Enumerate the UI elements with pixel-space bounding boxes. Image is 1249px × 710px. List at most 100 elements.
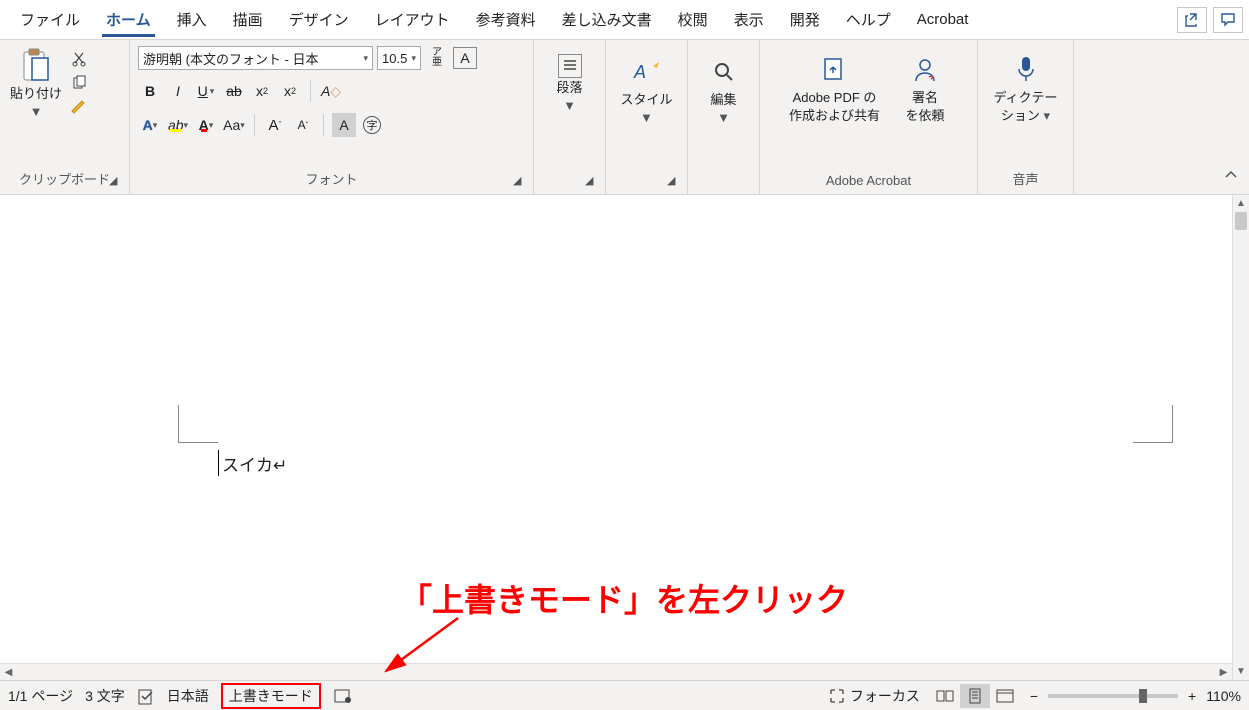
tab-design[interactable]: デザイン xyxy=(279,3,359,36)
separator xyxy=(310,80,311,102)
italic-button[interactable]: I xyxy=(166,79,190,103)
ribbon: 貼り付け ▼ クリップボード ◢ 游明朝 (本文のフォント xyxy=(0,40,1249,195)
adobe-create-pdf-button[interactable]: Adobe PDF の 作成および共有 xyxy=(787,50,882,125)
adobe-sign-label1: 署名 xyxy=(912,90,938,106)
editing-label: 編集 xyxy=(710,92,736,108)
tab-insert[interactable]: 挿入 xyxy=(167,3,217,36)
zoom-level[interactable]: 110% xyxy=(1206,688,1241,704)
status-language[interactable]: 日本語 xyxy=(167,686,209,706)
chevron-down-icon: ▾ xyxy=(363,53,368,64)
paragraph-launcher[interactable]: ◢ xyxy=(585,174,599,188)
tab-mailings[interactable]: 差し込み文書 xyxy=(552,3,662,36)
focus-label: フォーカス xyxy=(850,686,920,706)
chevron-down-icon: ▾ xyxy=(1044,108,1051,123)
comments-button[interactable] xyxy=(1213,7,1243,33)
tab-developer[interactable]: 開発 xyxy=(780,3,830,36)
tab-draw[interactable]: 描画 xyxy=(223,3,273,36)
character-shading-button[interactable]: A xyxy=(332,113,356,137)
tab-review[interactable]: 校閲 xyxy=(668,3,718,36)
horizontal-scrollbar[interactable]: ◀ ▶ xyxy=(0,663,1232,680)
font-launcher[interactable]: ◢ xyxy=(513,174,527,188)
group-adobe-label: Adobe Acrobat xyxy=(768,169,969,194)
document-area[interactable]: ▲ ▼ ◀ ▶ スイカ↵ 「上書きモード」を左クリック xyxy=(0,195,1249,680)
status-bar: 1/1 ページ 3 文字 日本語 上書きモード フォーカス − + 110 xyxy=(0,680,1249,710)
status-page[interactable]: 1/1 ページ xyxy=(8,686,73,706)
paragraph-button[interactable]: 段落 ▼ xyxy=(545,52,595,115)
adobe-request-sign-button[interactable]: 署名 を依頼 xyxy=(900,50,950,125)
annotation-callout: 「上書きモード」を左クリック xyxy=(400,575,848,621)
share-button[interactable] xyxy=(1177,7,1207,33)
underline-button[interactable]: U▾ xyxy=(194,79,218,103)
separator xyxy=(254,114,255,136)
highlight-button[interactable]: ab▾ xyxy=(166,113,190,137)
status-overwrite-mode[interactable]: 上書きモード xyxy=(221,683,321,709)
character-border-button[interactable]: A xyxy=(453,47,477,69)
clear-formatting-button[interactable]: A◇ xyxy=(319,79,343,103)
group-clipboard-label: クリップボード xyxy=(8,165,121,194)
tab-acrobat[interactable]: Acrobat xyxy=(907,5,979,34)
tab-view[interactable]: 表示 xyxy=(724,3,774,36)
scroll-right-button[interactable]: ▶ xyxy=(1215,664,1232,680)
superscript-button[interactable]: x2 xyxy=(278,79,302,103)
styles-label: スタイル xyxy=(620,92,672,108)
separator xyxy=(323,114,324,136)
tab-layout[interactable]: レイアウト xyxy=(365,3,460,36)
status-word-count[interactable]: 3 文字 xyxy=(85,686,125,706)
status-macro[interactable] xyxy=(333,687,353,705)
document-text: スイカ↵ xyxy=(222,451,287,476)
zoom-in-button[interactable]: + xyxy=(1188,688,1196,704)
zoom-out-button[interactable]: − xyxy=(1030,688,1038,704)
zoom-slider-thumb[interactable] xyxy=(1139,689,1147,703)
tab-help[interactable]: ヘルプ xyxy=(836,3,901,36)
paste-button[interactable]: 貼り付け ▼ xyxy=(8,46,64,121)
font-color-button[interactable]: A▾ xyxy=(194,113,218,137)
status-focus-mode[interactable]: フォーカス xyxy=(828,686,920,706)
format-painter-button[interactable] xyxy=(70,98,88,116)
scroll-left-button[interactable]: ◀ xyxy=(0,664,17,680)
text-effects-button[interactable]: A▾ xyxy=(138,113,162,137)
margin-mark-right xyxy=(1133,405,1173,443)
phonetic-guide-button[interactable]: ア亜 xyxy=(425,46,449,70)
adobe-sign-label2: を依頼 xyxy=(905,108,944,124)
group-styles: A スタイル ▼ ◢ xyxy=(606,40,688,194)
styles-button[interactable]: A スタイル ▼ xyxy=(618,52,674,127)
vertical-scrollbar[interactable]: ▲ ▼ xyxy=(1232,195,1249,680)
group-adobe: Adobe PDF の 作成および共有 署名 を依頼 Adobe Acrobat xyxy=(760,40,978,194)
tab-home[interactable]: ホーム xyxy=(96,3,161,36)
view-mode-buttons xyxy=(930,684,1020,708)
enclose-characters-button[interactable]: 字 xyxy=(360,113,384,137)
bold-button[interactable]: B xyxy=(138,79,162,103)
scroll-down-button[interactable]: ▼ xyxy=(1233,663,1249,680)
dictate-label2: ション xyxy=(1001,108,1040,123)
strikethrough-button[interactable]: ab xyxy=(222,79,246,103)
clipboard-launcher[interactable]: ◢ xyxy=(109,174,123,188)
chevron-down-icon: ▾ xyxy=(411,53,416,64)
dictate-button[interactable]: ディクテー ション ▾ xyxy=(991,50,1059,125)
cut-button[interactable] xyxy=(70,50,88,68)
copy-button[interactable] xyxy=(70,74,88,92)
tab-references[interactable]: 参考資料 xyxy=(466,3,546,36)
font-name-select[interactable]: 游明朝 (本文のフォント - 日本 ▾ xyxy=(138,46,373,70)
zoom-slider[interactable] xyxy=(1048,694,1178,698)
chevron-down-icon: ▼ xyxy=(640,110,653,126)
grow-font-button[interactable]: Aˆ xyxy=(263,113,287,137)
view-read-button[interactable] xyxy=(930,684,960,708)
font-size-select[interactable]: 10.5 ▾ xyxy=(377,46,421,70)
svg-text:A: A xyxy=(633,62,646,82)
subscript-button[interactable]: x2 xyxy=(250,79,274,103)
scroll-up-button[interactable]: ▲ xyxy=(1233,195,1249,212)
styles-launcher[interactable]: ◢ xyxy=(667,174,681,188)
dictate-label1: ディクテー xyxy=(993,90,1057,106)
collapse-ribbon-button[interactable] xyxy=(1223,167,1239,186)
scroll-thumb[interactable] xyxy=(1235,212,1247,230)
editing-button[interactable]: 編集 ▼ xyxy=(699,52,749,127)
chevron-down-icon: ▼ xyxy=(717,110,730,126)
shrink-font-button[interactable]: Aˇ xyxy=(291,113,315,137)
change-case-button[interactable]: Aa▾ xyxy=(222,113,246,137)
status-proofing[interactable] xyxy=(137,687,155,705)
adobe-pdf-label2: 作成および共有 xyxy=(789,108,880,124)
tab-file[interactable]: ファイル xyxy=(10,3,90,36)
view-print-button[interactable] xyxy=(960,684,990,708)
view-web-button[interactable] xyxy=(990,684,1020,708)
paragraph-label: 段落 xyxy=(556,80,582,96)
